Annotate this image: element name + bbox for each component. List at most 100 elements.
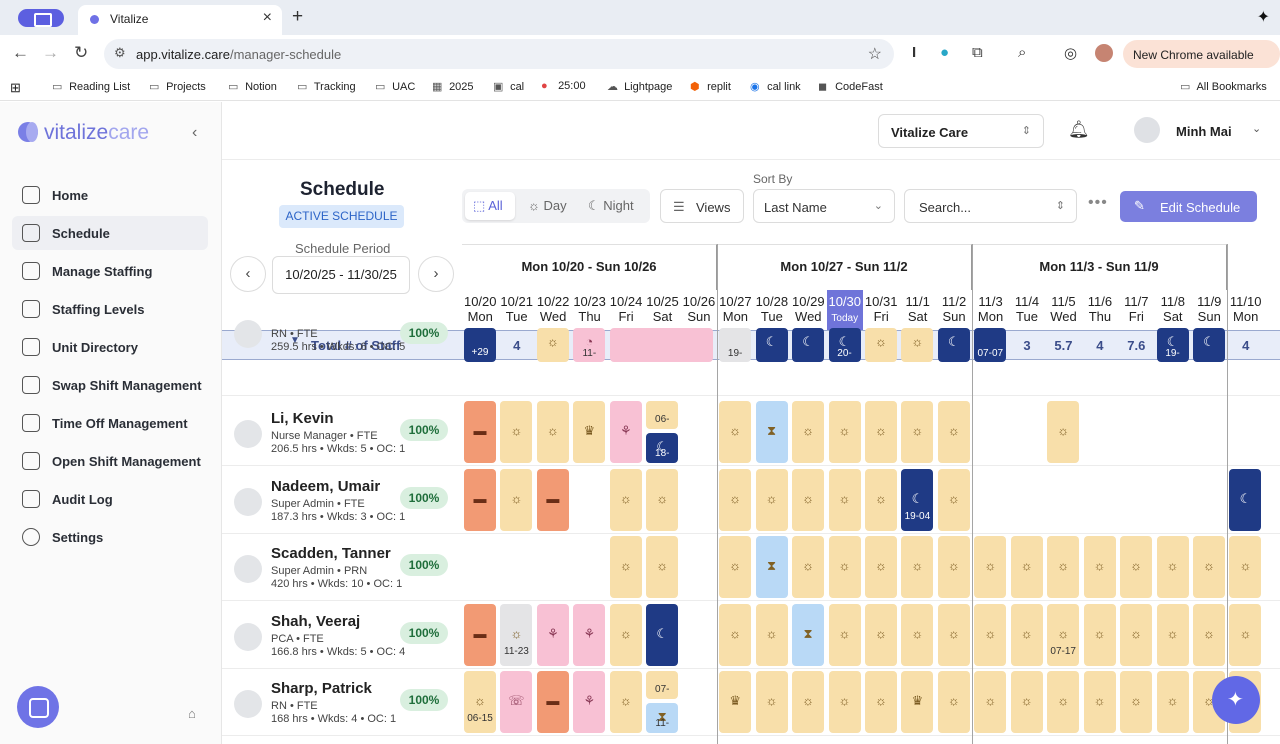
shift-cell[interactable]: ⚘ [573,671,606,733]
sidebar-item-unit-directory[interactable]: Unit Directory [12,330,208,364]
views-button[interactable]: ☰ Views [660,189,744,223]
bookmark-cal[interactable]: ▣ cal [493,80,524,93]
shift-cell[interactable]: ⧗ [755,536,788,598]
shift-cell[interactable]: ☼ 06-15 [464,671,496,733]
shift-cell[interactable]: ▬ [536,468,569,531]
bookmark-25-00[interactable]: ● 25:00 [541,80,586,92]
shift-cell[interactable]: ☏ [500,671,533,733]
shift-cell[interactable]: ☾ 19- [1156,328,1189,362]
shift-cell[interactable]: ☼ [937,671,970,733]
shift-cell[interactable]: ⚘ [536,603,569,666]
shift-cell[interactable]: ☼ [1229,603,1262,666]
shift-cell[interactable]: ☼ [937,468,970,531]
staff-row[interactable]: Scadden, Tanner Super Admin • PRN 420 hrs … [222,533,1280,601]
shift-cell[interactable]: ☼ [792,468,825,531]
chrome-update-button[interactable]: New Chrome available [1123,40,1280,68]
shift-cell[interactable]: ☼ [828,603,861,666]
shift-cell[interactable]: ☼ [864,536,897,598]
shift-cell[interactable]: ☼ [937,603,970,666]
bookmark-codefast[interactable]: ◼ CodeFast [818,80,883,93]
shift-cell[interactable]: ☾ 19-04 [901,468,934,531]
profile-avatar[interactable] [1095,44,1113,62]
shift-cell[interactable]: ⚘ [573,603,606,666]
shift-cell[interactable]: ☼ [719,468,752,531]
shift-cell[interactable]: ☼ [646,536,679,598]
sidebar-item-swap-shift[interactable]: Swap Shift Management [12,368,208,402]
shift-cell[interactable]: ☼ [937,401,970,463]
more-options-icon[interactable]: ••• [1088,194,1108,212]
shift-cell[interactable]: ☼ [1229,536,1262,598]
shift-cell[interactable]: ▬ [464,401,496,463]
shift-cell[interactable]: ♛ [901,671,934,733]
shift-cell[interactable]: ⧗ [755,401,788,463]
edit-schedule-button[interactable]: ✎ Edit Schedule [1120,191,1257,222]
shift-cell[interactable]: ☼ [864,401,897,463]
shift-cell[interactable]: ☼ 07-17 [1047,603,1080,666]
shift-cell[interactable]: ☼ [1083,671,1116,733]
shift-cell[interactable]: ☼ [1010,536,1043,598]
staff-row[interactable]: RN • FTE 259.5 hrs • Wkds: 6 • OC: 5 100% +… [222,320,1280,396]
shift-cell[interactable]: ☼ [792,401,825,463]
shift-cell[interactable]: ☼ [937,536,970,598]
ai-assistant-button[interactable] [1212,676,1260,724]
sidebar-item-manage-staffing[interactable]: Manage Staffing [12,254,208,288]
shift-cell[interactable]: ☼ [1010,671,1043,733]
shift-cell[interactable]: ☾ 20- [828,328,861,362]
filter-all[interactable]: ⬚ All [465,192,515,220]
close-tab-icon[interactable]: × [263,9,272,27]
sidebar-item-open-shift[interactable]: Open Shift Management [12,444,208,478]
staff-row[interactable]: Nadeem, Umair Super Admin • FTE 187.3 hrs … [222,466,1280,534]
shift-cell[interactable]: ☼ [609,671,642,733]
shift-cell[interactable]: ☼ [1120,671,1153,733]
extension-circle-icon[interactable]: ● [940,44,949,61]
sidebar-item-home[interactable]: Home [12,178,208,212]
shift-cell[interactable]: ☼ [792,536,825,598]
shift-cell[interactable]: ☼ [536,401,569,463]
shift-cell[interactable]: ▬ [464,468,496,531]
apps-grid-icon[interactable]: ⊞ [10,80,21,96]
shift-cell[interactable]: ⧗ 11- [646,703,679,733]
shift-cell[interactable]: ☾ [1193,328,1225,362]
shift-cell[interactable]: ☼ [500,468,533,531]
shift-cell[interactable]: ☼ [1010,603,1043,666]
extensions-puzzle-icon[interactable]: ⧉ [972,44,983,61]
shift-cell[interactable]: ☼ [1047,536,1080,598]
shift-cell[interactable]: ◔ 11- [573,328,606,362]
collapse-sidebar-icon[interactable]: ‹ [192,124,197,142]
sidebar-item-time-off[interactable]: Time Off Management [12,406,208,440]
building-icon[interactable]: ⌂ [188,706,196,721]
shift-cell[interactable]: ☼ [755,468,788,531]
staff-row[interactable]: Shah, Veeraj PCA • FTE 166.8 hrs • Wkds: 5… [222,601,1280,669]
sidebar-item-settings[interactable]: Settings [12,520,208,554]
shift-cell[interactable]: ☼ [719,603,752,666]
shift-cell[interactable]: ☾ [792,328,825,362]
shift-cell[interactable]: ☼ [792,671,825,733]
shift-cell[interactable]: ☼ [1047,671,1080,733]
organization-select[interactable]: Vitalize Care ⇕ [878,114,1044,148]
shift-cell[interactable]: ☼ [536,328,569,362]
shift-cell[interactable]: ☼ [864,468,897,531]
shift-cell[interactable]: ☼ [609,536,642,598]
shift-cell[interactable]: ☼ [609,603,642,666]
shift-cell[interactable]: ☼ [719,401,752,463]
shift-cell[interactable]: 19- [719,328,752,362]
bookmark-uac[interactable]: ▭ UAC [375,80,415,93]
forward-icon[interactable]: → [42,43,59,63]
shift-cell[interactable]: ⧗ [792,603,825,666]
address-bar[interactable]: ⚙ app.vitalize.care/manager-schedule ☆ [104,39,894,69]
bookmark-2025[interactable]: ▦ 2025 [432,80,474,93]
shift-cell[interactable]: ☼ [500,401,533,463]
shift-cell[interactable]: ☼ [828,671,861,733]
shift-cell[interactable]: ☼ [974,536,1007,598]
profile-icon[interactable] [18,9,64,27]
shift-cell[interactable]: ☼ [646,468,679,531]
shift-cell[interactable]: ☼ [901,328,934,362]
shift-cell[interactable]: ☼ [609,468,642,531]
shift-cell[interactable]: ☼ [1193,603,1225,666]
sidebar-item-staffing-levels[interactable]: Staffing Levels [12,292,208,326]
shift-cell[interactable]: ☼ [864,328,897,362]
shift-cell[interactable]: 06- [646,401,679,429]
shift-cell[interactable] [646,328,679,362]
shift-cell[interactable]: ☼ [1083,536,1116,598]
shift-cell[interactable]: ☼ [1156,603,1189,666]
